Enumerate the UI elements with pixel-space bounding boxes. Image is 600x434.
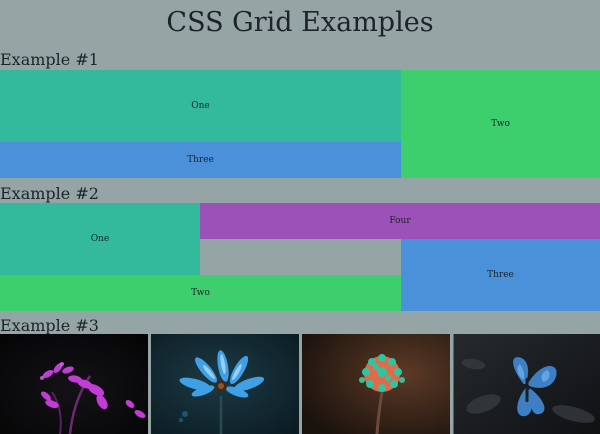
magenta-flower-photo bbox=[0, 334, 148, 434]
page-title: CSS Grid Examples bbox=[166, 7, 434, 38]
example-2-cell-two: Two bbox=[0, 275, 401, 311]
blue-daisy-photo bbox=[151, 334, 299, 434]
example-1-cell-three: Three bbox=[0, 142, 401, 178]
teal-orange-flower-photo bbox=[302, 334, 450, 434]
cell-label: Two bbox=[191, 288, 210, 298]
cell-label: Three bbox=[187, 155, 214, 165]
example-3-heading: Example #3 bbox=[0, 316, 99, 335]
example-2-cell-one: One bbox=[0, 203, 200, 275]
example-1-cell-two: Two bbox=[401, 70, 600, 178]
blue-butterfly-photo bbox=[453, 334, 600, 434]
cell-label: Four bbox=[389, 216, 411, 226]
cell-label: One bbox=[191, 101, 210, 111]
page: CSS Grid Examples Example #1 One Two Thr… bbox=[0, 0, 600, 434]
example-2-cell-three: Three bbox=[401, 239, 600, 311]
example-2-heading: Example #2 bbox=[0, 184, 99, 203]
cell-label: One bbox=[90, 234, 110, 244]
example-1-cell-one: One bbox=[0, 70, 401, 142]
cell-label: Three bbox=[487, 270, 514, 280]
example-1-heading: Example #1 bbox=[0, 50, 99, 69]
cell-label: Two bbox=[491, 119, 510, 129]
blue-butterfly-image bbox=[453, 334, 600, 434]
magenta-flower-image bbox=[0, 334, 148, 434]
example-2-cell-four: Four bbox=[200, 203, 600, 239]
blue-daisy-image bbox=[151, 334, 299, 434]
teal-orange-flower-image bbox=[302, 334, 450, 434]
